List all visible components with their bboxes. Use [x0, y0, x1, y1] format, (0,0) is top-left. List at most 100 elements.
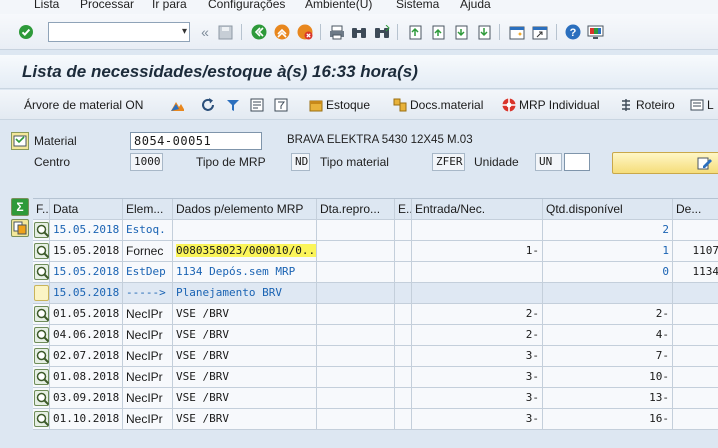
table-row[interactable]: 15.05.2018 Fornec 0080358023/000010/0... 1-… [33, 241, 718, 262]
filter-button[interactable] [226, 96, 243, 114]
receipt-requirement-cell: 1- [412, 241, 543, 262]
row-icon-cell[interactable] [33, 262, 50, 283]
reschedule-date-cell [317, 262, 395, 283]
receipt-requirement-cell: 3- [412, 367, 543, 388]
material-documents-button[interactable]: Docs.material [393, 96, 483, 114]
row-icon-cell[interactable] [33, 241, 50, 262]
material-documents-label: Docs.material [410, 98, 484, 112]
row-icon-cell[interactable] [33, 220, 50, 241]
find-icon[interactable] [350, 23, 368, 41]
next-page-icon[interactable] [452, 23, 470, 41]
date-cell: 02.07.2018 [50, 346, 123, 367]
list-icon [690, 98, 704, 112]
save-icon[interactable] [216, 23, 234, 41]
unidade-extra-field[interactable] [564, 153, 590, 171]
edit-button[interactable] [612, 152, 718, 174]
stock-button[interactable]: Estoque [309, 96, 370, 114]
column-header[interactable]: Qtd.disponível [543, 199, 673, 220]
menu-configuracoes[interactable]: Configurações [208, 0, 285, 11]
column-header[interactable]: De... [673, 199, 718, 220]
menu-ambiente[interactable]: Ambiente(U) [305, 0, 372, 11]
overflow-button[interactable]: L [690, 96, 714, 114]
last-page-icon[interactable] [475, 23, 493, 41]
column-header[interactable]: Elem... [123, 199, 173, 220]
row-icon-cell[interactable] [33, 283, 50, 304]
help-icon[interactable]: ? [564, 23, 582, 41]
shortcut-icon[interactable] [531, 23, 549, 41]
tipo-material-field: ZFER [432, 153, 465, 171]
svg-text:?: ? [570, 27, 577, 39]
row-icon-cell[interactable] [33, 409, 50, 430]
exception-cell [395, 220, 412, 241]
enter-icon[interactable] [17, 23, 35, 41]
empty-row-icon [34, 285, 49, 301]
details-button[interactable] [250, 96, 267, 114]
menu-ir-para[interactable]: Ir para [152, 0, 187, 11]
available-qty-cell: 1 [543, 241, 673, 262]
menu-processar[interactable]: Processar [80, 0, 134, 11]
menu-lista[interactable]: Lista [34, 0, 59, 11]
back-icon[interactable] [250, 23, 268, 41]
date-cell: 15.05.2018 [50, 241, 123, 262]
stock-icon [309, 98, 323, 112]
table-row[interactable]: 15.05.2018 EstDep 1134 Depós.sem MRP 0 1134 [33, 262, 718, 283]
reschedule-date-cell [317, 367, 395, 388]
reschedule-date-cell [317, 304, 395, 325]
material-description: BRAVA ELEKTRA 5430 12X45 M.03 [287, 134, 473, 146]
element-cell: EstDep [123, 262, 173, 283]
exit-icon[interactable] [273, 23, 291, 41]
table-row[interactable]: 15.05.2018 Estoq. 2 [33, 220, 718, 241]
reschedule-date-cell [317, 241, 395, 262]
table-row[interactable]: 01.05.2018 NecIPr VSE /BRV 2- 2- [33, 304, 718, 325]
column-header[interactable]: Dta.repro... [317, 199, 395, 220]
column-header[interactable]: Dados p/elemento MRP [173, 199, 317, 220]
select-icon [13, 135, 27, 147]
collapse-command-icon[interactable]: « [196, 23, 214, 41]
exception-cell [395, 325, 412, 346]
table-row[interactable]: 01.08.2018 NecIPr VSE /BRV 3- 10- [33, 367, 718, 388]
receipt-requirement-cell [412, 283, 543, 304]
material-field[interactable]: 8054-00051 [130, 132, 262, 150]
row-icon-cell[interactable] [33, 346, 50, 367]
reschedule-date-cell [317, 388, 395, 409]
column-header[interactable]: E.. [395, 199, 412, 220]
menu-sistema[interactable]: Sistema [396, 0, 439, 11]
find-next-icon[interactable] [373, 23, 391, 41]
first-page-icon[interactable] [406, 23, 424, 41]
table-row[interactable]: 01.10.2018 NecIPr VSE /BRV 3- 16- [33, 409, 718, 430]
customize-layout-icon[interactable] [586, 23, 604, 41]
table-row[interactable]: 15.05.2018 -----> Planejamento BRV [33, 283, 718, 304]
routing-button[interactable]: Roteiro [619, 96, 675, 114]
sigma-icon: Σ [16, 200, 24, 214]
column-header[interactable]: F.. [33, 199, 50, 220]
centro-label: Centro [34, 155, 71, 169]
row-icon-cell[interactable] [33, 388, 50, 409]
element-cell: NecIPr [123, 409, 173, 430]
graphic-button[interactable] [170, 96, 187, 114]
table-row[interactable]: 03.09.2018 NecIPr VSE /BRV 3- 13- [33, 388, 718, 409]
mrp-individual-button[interactable]: MRP Individual [502, 96, 599, 114]
row-icon-cell[interactable] [33, 325, 50, 346]
details-icon [250, 98, 264, 112]
material-select-button[interactable] [11, 132, 29, 150]
new-session-icon[interactable] [508, 23, 526, 41]
mrp-icon [502, 98, 516, 112]
copy-button[interactable] [11, 219, 29, 237]
mrp-data-cell: VSE /BRV [173, 325, 317, 346]
row-icon-cell[interactable] [33, 304, 50, 325]
column-header[interactable]: Entrada/Nec. [412, 199, 543, 220]
previous-page-icon[interactable] [429, 23, 447, 41]
command-field[interactable]: ▾ [48, 22, 190, 42]
menu-ajuda[interactable]: Ajuda [460, 0, 491, 11]
row-icon-cell[interactable] [33, 367, 50, 388]
refresh-button[interactable] [201, 96, 218, 114]
chevron-down-icon[interactable]: ▾ [182, 26, 187, 37]
material-tree-button[interactable]: Árvore de material ON [24, 96, 143, 114]
print-icon[interactable] [328, 23, 346, 41]
table-row[interactable]: 04.06.2018 NecIPr VSE /BRV 2- 4- [33, 325, 718, 346]
totals-button[interactable]: Σ [11, 198, 29, 216]
settings-button[interactable] [274, 96, 291, 114]
cancel-icon[interactable] [296, 23, 314, 41]
column-header[interactable]: Data [50, 199, 123, 220]
table-row[interactable]: 02.07.2018 NecIPr VSE /BRV 3- 7- [33, 346, 718, 367]
